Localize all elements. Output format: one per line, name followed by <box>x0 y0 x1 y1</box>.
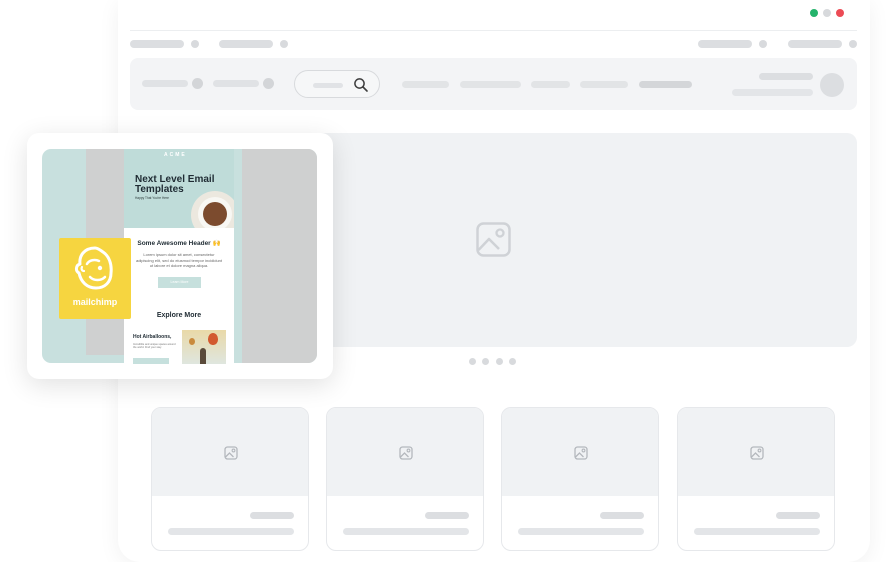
card-price-placeholder <box>425 512 469 519</box>
search-icon[interactable] <box>353 77 369 93</box>
mailchimp-card[interactable]: mailchimp <box>59 238 131 319</box>
mailchimp-freddie-icon <box>75 246 113 290</box>
email-side-shadow <box>242 149 317 363</box>
nav-item-icon <box>263 78 274 89</box>
email-hero-subtitle: Happy That You're Here <box>135 196 169 200</box>
nav-link-placeholder-active[interactable] <box>639 81 692 88</box>
topbar-link-placeholder[interactable] <box>788 40 842 48</box>
nav-item-icon <box>192 78 203 89</box>
topbar-dot <box>759 40 767 48</box>
image-placeholder-icon <box>476 222 511 257</box>
topbar-dot <box>191 40 199 48</box>
search-input[interactable] <box>294 70 380 98</box>
product-card[interactable] <box>501 407 659 551</box>
card-price-placeholder <box>776 512 820 519</box>
carousel-dot[interactable] <box>469 358 476 365</box>
email-item-button[interactable] <box>133 358 169 364</box>
image-placeholder-icon <box>750 446 764 460</box>
balloon <box>189 338 195 345</box>
carousel-dot[interactable] <box>482 358 489 365</box>
window-minimize-dot[interactable] <box>823 9 831 17</box>
nav-link-placeholder[interactable] <box>460 81 521 88</box>
product-card[interactable] <box>151 407 309 551</box>
card-price-placeholder <box>600 512 644 519</box>
image-placeholder-icon <box>574 446 588 460</box>
product-card[interactable] <box>326 407 484 551</box>
hot-air-balloon-photo <box>182 330 226 364</box>
window-maximize-dot[interactable] <box>810 9 818 17</box>
card-title-placeholder <box>518 528 644 535</box>
nav-link-placeholder[interactable] <box>402 81 449 88</box>
balloon <box>208 333 218 345</box>
email-item-body: Incredible and unique spaces around the … <box>133 343 176 350</box>
carousel-dot[interactable] <box>509 358 516 365</box>
topbar-dot <box>849 40 857 48</box>
hero-banner[interactable] <box>313 133 857 347</box>
product-card[interactable] <box>677 407 835 551</box>
topbar-link-placeholder[interactable] <box>698 40 752 48</box>
search-placeholder <box>313 83 343 88</box>
topbar-link-placeholder[interactable] <box>130 40 184 48</box>
carousel-dot[interactable] <box>496 358 503 365</box>
nav-item-placeholder[interactable] <box>213 80 259 87</box>
account-subtitle-placeholder <box>732 89 813 96</box>
account-name-placeholder <box>759 73 813 80</box>
nav-link-placeholder[interactable] <box>580 81 628 88</box>
coffee <box>203 202 227 226</box>
image-placeholder-icon <box>224 446 238 460</box>
card-title-placeholder <box>343 528 469 535</box>
person-silhouette <box>200 348 206 364</box>
topbar-link-placeholder[interactable] <box>219 40 273 48</box>
window-close-dot[interactable] <box>836 9 844 17</box>
email-section-title: Some Awesome Header 🙌 <box>137 240 221 247</box>
mailchimp-wordmark: mailchimp <box>72 297 118 307</box>
email-logo: ACME <box>164 152 187 158</box>
image-placeholder-icon <box>399 446 413 460</box>
topbar-dot <box>280 40 288 48</box>
avatar[interactable] <box>820 73 844 97</box>
email-section-body: Lorem ipsum dolor sit amet, consectetur … <box>135 252 223 269</box>
card-title-placeholder <box>168 528 294 535</box>
card-title-placeholder <box>694 528 820 535</box>
card-price-placeholder <box>250 512 294 519</box>
nav-item-placeholder[interactable] <box>142 80 188 87</box>
explore-title: Explore More <box>156 312 202 319</box>
nav-link-placeholder[interactable] <box>531 81 570 88</box>
email-template[interactable]: ACME Next Level Email Templates Happy Th… <box>124 149 234 364</box>
learn-more-button[interactable]: Learn More <box>158 277 201 288</box>
email-item-title: Hot Airballoons, <box>133 334 172 340</box>
email-hero-title: Next Level Email Templates <box>135 174 215 195</box>
top-divider <box>130 30 857 31</box>
email-hero: ACME Next Level Email Templates Happy Th… <box>124 149 234 228</box>
